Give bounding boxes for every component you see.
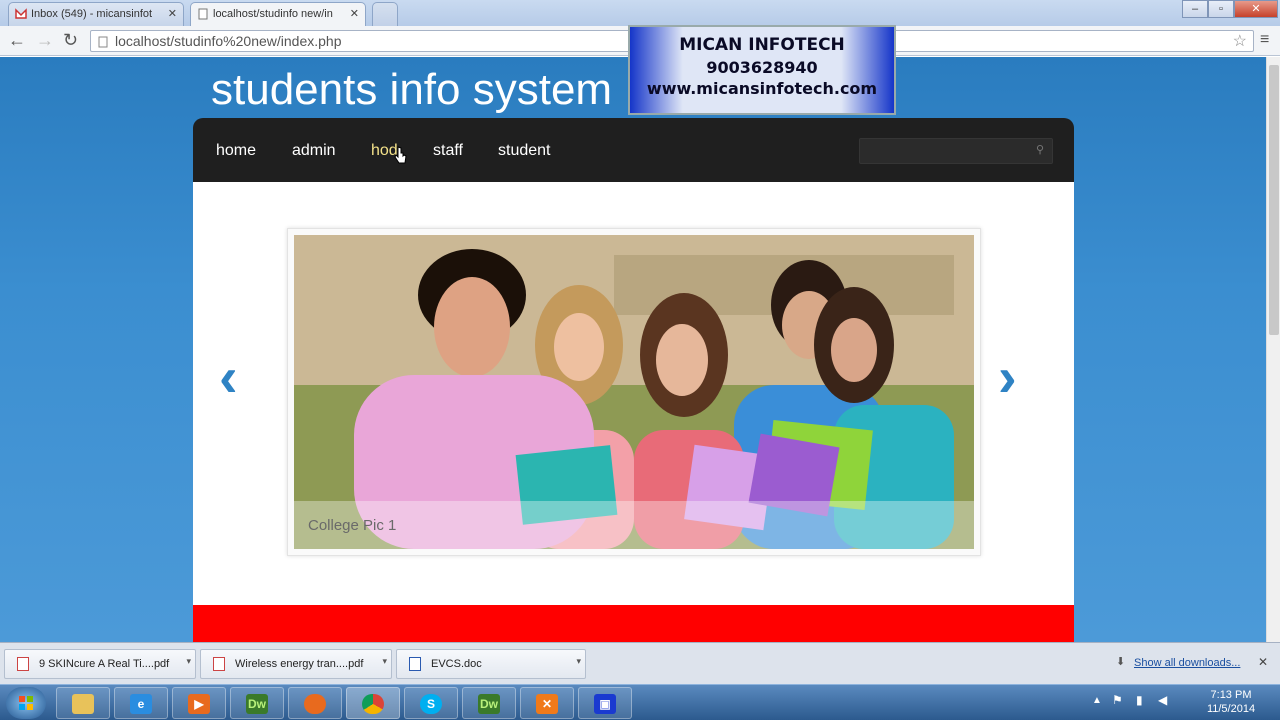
main-navigation: home admin hod staff student ⚲: [193, 118, 1074, 182]
system-clock[interactable]: 7:13 PM 11/5/2014: [1196, 688, 1266, 716]
show-all-downloads-link[interactable]: Show all downloads...: [1134, 657, 1240, 669]
page-icon: [197, 8, 209, 20]
volume-icon[interactable]: ◀: [1158, 693, 1167, 707]
chevron-down-icon[interactable]: ▾: [186, 656, 191, 667]
mouse-cursor-icon: [394, 146, 408, 171]
browser-tab-strip: Inbox (549) - micansinfot ✕ localhost/st…: [0, 0, 1280, 26]
taskbar-chrome[interactable]: [346, 687, 400, 719]
url-text: localhost/studinfo%20new/index.php: [115, 33, 342, 49]
watermark-phone: 9003628940: [706, 58, 818, 77]
nav-home[interactable]: home: [216, 142, 256, 160]
back-icon[interactable]: ←: [8, 31, 26, 49]
taskbar-dreamweaver-2[interactable]: Dw: [462, 687, 516, 719]
search-icon[interactable]: ⚲: [1036, 143, 1044, 156]
chrome-icon: [362, 694, 384, 714]
forward-icon[interactable]: →: [36, 31, 54, 49]
media-player-icon: ▶: [188, 694, 210, 714]
doc-file-icon: [409, 657, 421, 671]
download-filename: 9 SKINcure A Real Ti....pdf: [39, 658, 170, 670]
remote-app-icon: ▣: [594, 694, 616, 714]
taskbar-remote[interactable]: ▣: [578, 687, 632, 719]
download-item[interactable]: EVCS.doc ▾: [396, 649, 586, 679]
dreamweaver-icon: Dw: [246, 694, 268, 714]
slider-next-arrow-icon[interactable]: ›: [998, 349, 1017, 405]
windows-taskbar: e ▶ Dw S Dw ✕ ▣ ▲ ⚑ ▮ ◀ 7:13 PM 11/5/201…: [0, 684, 1280, 720]
dreamweaver-icon: Dw: [478, 694, 500, 714]
tab-label: Inbox (549) - micansinfot: [31, 8, 153, 20]
reload-icon[interactable]: ↻: [63, 31, 78, 49]
content-area: ‹ › College Pic 1: [193, 182, 1074, 642]
search-input[interactable]: ⚲: [859, 138, 1053, 164]
slide-image: College Pic 1: [294, 235, 974, 549]
download-filename: EVCS.doc: [431, 658, 482, 670]
download-arrow-icon: ⬇: [1116, 656, 1126, 668]
skype-icon: S: [420, 694, 442, 714]
download-item[interactable]: Wireless energy tran....pdf ▾: [200, 649, 392, 679]
folder-icon: [72, 694, 94, 714]
xampp-icon: ✕: [536, 694, 558, 714]
download-item[interactable]: 9 SKINcure A Real Ti....pdf ▾: [4, 649, 196, 679]
download-filename: Wireless energy tran....pdf: [235, 658, 364, 670]
taskbar-firefox[interactable]: [288, 687, 342, 719]
menu-icon[interactable]: ≡: [1260, 31, 1269, 49]
network-icon[interactable]: ⚑: [1112, 693, 1123, 707]
pdf-file-icon: [17, 657, 29, 671]
close-window-button[interactable]: ✕: [1234, 0, 1278, 18]
new-tab-button[interactable]: [372, 2, 398, 26]
tab-label: localhost/studinfo new/in: [213, 8, 333, 20]
vertical-scrollbar[interactable]: [1266, 57, 1280, 642]
watermark-banner: MICAN INFOTECH 9003628940 www.micansinfo…: [628, 25, 896, 115]
tab-localhost[interactable]: localhost/studinfo new/in ✕: [190, 2, 366, 26]
watermark-company: MICAN INFOTECH: [679, 35, 845, 55]
close-tab-icon[interactable]: ✕: [350, 7, 359, 20]
taskbar-dreamweaver[interactable]: Dw: [230, 687, 284, 719]
clock-time: 7:13 PM: [1210, 689, 1252, 701]
chevron-down-icon[interactable]: ▾: [382, 656, 387, 667]
taskbar-xampp[interactable]: ✕: [520, 687, 574, 719]
taskbar-explorer[interactable]: [56, 687, 110, 719]
battery-icon[interactable]: ▮: [1136, 693, 1143, 707]
page-icon: [98, 35, 108, 51]
pdf-file-icon: [213, 657, 225, 671]
downloads-bar: 9 SKINcure A Real Ti....pdf ▾ Wireless e…: [0, 642, 1280, 684]
ie-icon: e: [130, 694, 152, 714]
star-icon[interactable]: ☆: [1233, 31, 1247, 51]
image-slider: College Pic 1: [287, 228, 981, 556]
footer-band: [193, 605, 1074, 642]
clock-date: 11/5/2014: [1206, 703, 1256, 715]
slider-prev-arrow-icon[interactable]: ‹: [219, 349, 238, 405]
taskbar-ie[interactable]: e: [114, 687, 168, 719]
taskbar-skype[interactable]: S: [404, 687, 458, 719]
students-photo: [294, 235, 974, 549]
site-title: students info system: [211, 65, 613, 114]
tray-arrow-icon[interactable]: ▲: [1092, 695, 1102, 706]
close-downloads-icon[interactable]: ✕: [1258, 655, 1268, 669]
close-tab-icon[interactable]: ✕: [168, 7, 177, 20]
chevron-down-icon[interactable]: ▾: [576, 656, 581, 667]
start-button[interactable]: [6, 687, 46, 719]
tab-inbox[interactable]: Inbox (549) - micansinfot ✕: [8, 2, 184, 26]
maximize-button[interactable]: ▫: [1208, 0, 1234, 18]
gmail-icon: [15, 8, 27, 20]
nav-staff[interactable]: staff: [433, 142, 463, 160]
nav-admin[interactable]: admin: [292, 142, 336, 160]
firefox-icon: [304, 694, 326, 714]
slide-caption: College Pic 1: [308, 517, 397, 534]
watermark-website: www.micansinfotech.com: [646, 79, 878, 98]
page-viewport: students info system home admin hod staf…: [0, 57, 1266, 642]
minimize-button[interactable]: –: [1182, 0, 1208, 18]
scrollbar-thumb[interactable]: [1269, 65, 1279, 335]
taskbar-media[interactable]: ▶: [172, 687, 226, 719]
nav-student[interactable]: student: [498, 142, 550, 160]
